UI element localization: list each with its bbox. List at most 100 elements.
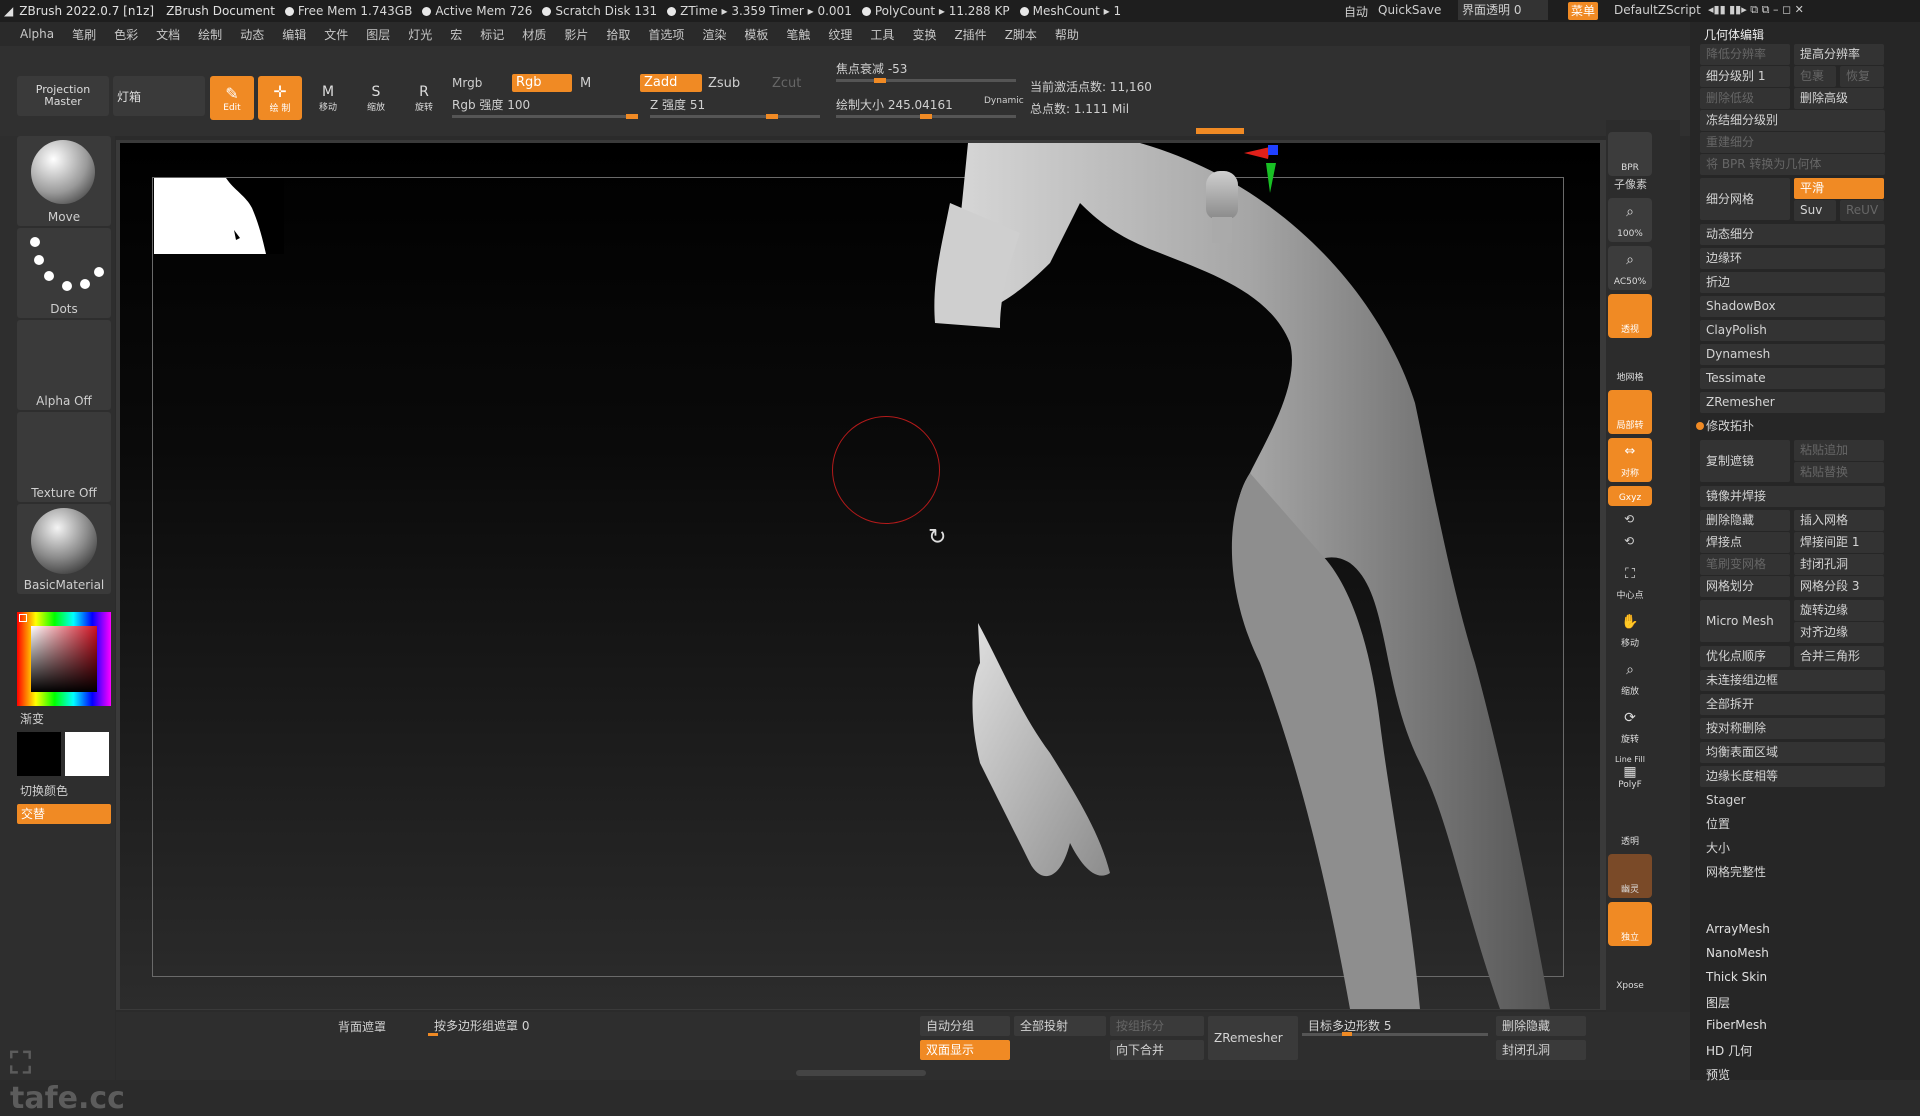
menu-color[interactable]: 色彩 <box>114 26 138 43</box>
edgeloop-section[interactable]: 边缘环 <box>1700 248 1885 269</box>
close-holes-button[interactable]: 封闭孔洞 <box>1794 554 1884 575</box>
frame-button[interactable]: ⛶ 中心点 <box>1608 560 1652 604</box>
del-higher-button[interactable]: 删除高级 <box>1794 88 1884 109</box>
bottom-del-hidden-button[interactable]: 删除隐藏 <box>1496 1016 1586 1036</box>
menu-stroke[interactable]: 笔触 <box>786 26 810 43</box>
ui-opacity-slider[interactable]: 界面透明 0 <box>1458 0 1548 20</box>
nanomesh-section[interactable]: NanoMesh <box>1706 946 1769 960</box>
m-button[interactable]: M <box>580 76 591 91</box>
alternate-button[interactable]: 交替 <box>17 804 111 824</box>
menu-draw[interactable]: 绘制 <box>198 26 222 43</box>
lock-z-icon[interactable]: ⟲ <box>1624 534 1634 548</box>
zoom-100-button[interactable]: ⌕ 100% <box>1608 198 1652 242</box>
rotate-button[interactable]: R 旋转 <box>402 76 446 120</box>
menu-file[interactable]: 文件 <box>324 26 348 43</box>
restore-button[interactable]: 恢复 <box>1840 66 1884 87</box>
menu-zscript[interactable]: Z脚本 <box>1005 26 1037 43</box>
layers-section[interactable]: 图层 <box>1706 994 1730 1011</box>
cage-button[interactable]: 包裹 <box>1794 66 1836 87</box>
menu-zplugin[interactable]: Z插件 <box>954 26 986 43</box>
divide-button[interactable]: 细分网格 <box>1700 178 1790 220</box>
toolbar-scroll-indicator[interactable] <box>1196 128 1244 134</box>
merge-tris-button[interactable]: 合并三角形 <box>1794 646 1884 667</box>
suv-toggle[interactable]: Suv <box>1794 200 1836 221</box>
rgb-button[interactable]: Rgb <box>512 74 572 92</box>
freeze-subdiv-button[interactable]: 冻结细分级别 <box>1700 110 1885 131</box>
align-edge-button[interactable]: 对齐边缘 <box>1794 622 1884 643</box>
switch-color-button[interactable]: 切换颜色 <box>20 782 68 799</box>
solo-button[interactable]: 独立 <box>1608 902 1652 946</box>
grid-seg-slider[interactable]: 网格分段 3 <box>1794 576 1884 597</box>
sculpted-figure-model[interactable] <box>120 143 1600 1009</box>
zcut-button[interactable]: Zcut <box>772 76 801 91</box>
target-polycount-slider[interactable]: 目标多边形数 5 <box>1302 1016 1488 1036</box>
unweld-all-button[interactable]: 全部拆开 <box>1700 694 1885 715</box>
weld-dist-slider[interactable]: 焊接间距 1 <box>1794 532 1884 553</box>
preview-section[interactable]: 预览 <box>1706 1066 1730 1083</box>
window-controls-icon[interactable]: ◂▮▮ ▮▮▸ ⧉ ⧉ – ◻ ✕ <box>1708 3 1804 17</box>
del-lower-button[interactable]: 删除低级 <box>1700 88 1790 109</box>
menu-button[interactable]: 菜单 <box>1568 2 1598 20</box>
mesh-from-brush-button[interactable]: 笔刷变网格 <box>1700 554 1790 575</box>
menu-macro[interactable]: 宏 <box>450 26 462 43</box>
quicksave-button[interactable]: QuickSave <box>1378 3 1441 17</box>
zsub-button[interactable]: Zsub <box>708 76 740 91</box>
sdiv-slider[interactable]: 细分级别 1 <box>1700 66 1790 87</box>
equalize-area-button[interactable]: 均衡表面区域 <box>1700 742 1885 763</box>
merge-down-button[interactable]: 向下合并 <box>1110 1040 1204 1060</box>
menu-picker[interactable]: 拾取 <box>606 26 630 43</box>
rotate-view-button[interactable]: ⟳ 旋转 <box>1608 704 1652 748</box>
shadowbox-section[interactable]: ShadowBox <box>1700 296 1885 317</box>
color-picker[interactable] <box>17 612 111 706</box>
menu-texture[interactable]: 纹理 <box>828 26 852 43</box>
zadd-button[interactable]: Zadd <box>640 74 702 92</box>
menu-material[interactable]: 材质 <box>522 26 546 43</box>
lightbox-button[interactable]: 灯箱 <box>113 76 205 116</box>
menu-transform[interactable]: 变换 <box>912 26 936 43</box>
menu-brush[interactable]: 笔刷 <box>72 26 96 43</box>
del-hidden-button[interactable]: 删除隐藏 <box>1700 510 1790 531</box>
panel-header[interactable]: 几何体编辑 <box>1704 26 1764 43</box>
paste-append-button[interactable]: 粘贴追加 <box>1794 440 1884 461</box>
backface-mask-button[interactable]: 背面遮罩 <box>338 1018 386 1035</box>
fibermesh-section[interactable]: FiberMesh <box>1706 1018 1767 1032</box>
texture-picker[interactable]: Texture Off <box>17 412 111 502</box>
spin-edge-button[interactable]: 旋转边缘 <box>1794 600 1884 621</box>
size-section[interactable]: 大小 <box>1700 838 1885 859</box>
scale-button[interactable]: S 缩放 <box>354 76 398 120</box>
zremesher-section[interactable]: ZRemesher <box>1700 392 1885 413</box>
paste-replace-button[interactable]: 粘贴替换 <box>1794 462 1884 483</box>
weld-points-button[interactable]: 焊接点 <box>1700 532 1790 553</box>
ghost-button[interactable]: 幽灵 <box>1608 854 1652 898</box>
stager-section[interactable]: Stager <box>1700 790 1885 811</box>
unweld-groups-button[interactable]: 未连接组边框 <box>1700 670 1885 691</box>
ac50-button[interactable]: ⌕ AC50% <box>1608 246 1652 290</box>
tessimate-section[interactable]: Tessimate <box>1700 368 1885 389</box>
insert-mesh-button[interactable]: 插入网格 <box>1794 510 1884 531</box>
crease-section[interactable]: 折边 <box>1700 272 1885 293</box>
higher-res-button[interactable]: 提高分辨率 <box>1794 44 1884 65</box>
move-view-button[interactable]: ✋ 移动 <box>1608 608 1652 652</box>
material-picker[interactable]: BasicMaterial <box>17 504 111 594</box>
projection-master-button[interactable]: Projection Master <box>17 76 109 116</box>
zremesher-button[interactable]: ZRemesher <box>1208 1016 1298 1060</box>
menu-preferences[interactable]: 首选项 <box>648 26 684 43</box>
hd-geometry-section[interactable]: HD 几何 <box>1706 1042 1752 1059</box>
thickskin-section[interactable]: Thick Skin <box>1706 970 1767 984</box>
bottom-close-holes-button[interactable]: 封闭孔洞 <box>1496 1040 1586 1060</box>
xpose-button[interactable]: Xpose <box>1608 950 1652 994</box>
menu-stencil[interactable]: 模板 <box>744 26 768 43</box>
delete-by-symmetry-button[interactable]: 按对称删除 <box>1700 718 1885 739</box>
dynamic-toggle[interactable]: Dynamic <box>984 96 1024 106</box>
reconstruct-subdiv-button[interactable]: 重建细分 <box>1700 132 1885 153</box>
group-split-button[interactable]: 按组拆分 <box>1110 1016 1204 1036</box>
reuv-toggle[interactable]: ReUV <box>1840 200 1884 221</box>
symmetry-button[interactable]: ⇔ 对称 <box>1608 438 1652 482</box>
menu-tool[interactable]: 工具 <box>870 26 894 43</box>
project-all-button[interactable]: 全部投射 <box>1014 1016 1106 1036</box>
draw-button[interactable]: ✛ 绘 制 <box>258 76 302 120</box>
main-color-swatch[interactable] <box>65 732 109 776</box>
polyframe-button[interactable]: Line Fill ▦ PolyF <box>1608 752 1652 796</box>
zoom-view-button[interactable]: ⌕ 缩放 <box>1608 656 1652 700</box>
grid-divide-button[interactable]: 网格划分 <box>1700 576 1790 597</box>
